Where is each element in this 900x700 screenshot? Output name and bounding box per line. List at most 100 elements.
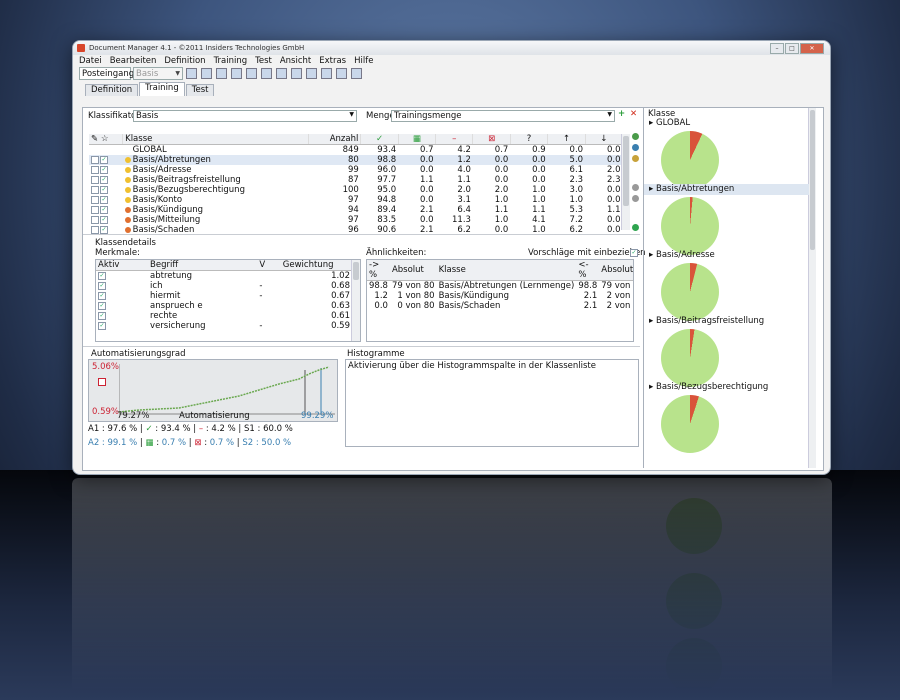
feature-active-checkbox[interactable]: ✓: [98, 281, 106, 290]
suggestions-checkbox[interactable]: ✓: [630, 249, 638, 257]
minimize-button[interactable]: –: [770, 42, 784, 54]
import-icon[interactable]: [336, 68, 347, 79]
feature-row[interactable]: ✓ ich - 0.68: [96, 281, 352, 291]
expand-arrow-icon[interactable]: ▸: [649, 382, 653, 392]
pies-scrollbar[interactable]: [808, 108, 816, 468]
select-checkbox[interactable]: [91, 195, 99, 204]
feature-row[interactable]: ✓ anspruech e 0.63: [96, 301, 352, 311]
features-scrollbar[interactable]: [351, 260, 360, 341]
pie-item[interactable]: ▸ Basis/Abtretungen: [644, 184, 809, 255]
table-row[interactable]: ✓ Basis/Mitteilung 97 83.5 0.0 11.3 1.0 4.1 7.2 0…: [89, 215, 623, 225]
col-klasse-sim[interactable]: Klasse: [436, 260, 577, 281]
pie-item[interactable]: ▸ Basis/Beitragsfreistellung: [644, 316, 809, 387]
col-down-icon[interactable]: ↓: [585, 134, 624, 145]
export-icon[interactable]: [321, 68, 332, 79]
tab-test[interactable]: Test: [185, 84, 215, 96]
expand-arrow-icon[interactable]: ▸: [649, 184, 653, 194]
col-anzahl[interactable]: Anzahl: [308, 134, 362, 145]
maximize-button[interactable]: □: [785, 42, 799, 54]
col-gewichtung[interactable]: Gewichtung: [280, 260, 352, 271]
set-select[interactable]: Trainingsmenge ▼: [391, 110, 615, 122]
menu-definition[interactable]: Definition: [164, 56, 205, 66]
table-row[interactable]: ✓ Basis/Bezugsberechtigung 100 95.0 0.0 2.0 2.…: [89, 185, 623, 195]
table-row[interactable]: ✓ Basis/Adresse 99 96.0 0.0 4.0 0.0 0.0 6.1 2.0: [89, 165, 623, 175]
print-icon[interactable]: [351, 68, 362, 79]
menu-ansicht[interactable]: Ansicht: [280, 56, 311, 66]
menu-hilfe[interactable]: Hilfe: [354, 56, 373, 66]
similarity-row[interactable]: 0.0 0 von 80Basis/Schaden 2.1 2 von 96: [367, 301, 633, 311]
feature-active-checkbox[interactable]: ✓: [98, 271, 106, 280]
active-checkbox[interactable]: ✓: [100, 215, 108, 224]
col-reject-icon[interactable]: ▦: [398, 134, 437, 145]
col-absolut-1[interactable]: Absolut: [389, 260, 437, 281]
feature-active-checkbox[interactable]: ✓: [98, 311, 106, 320]
check-icon[interactable]: [632, 224, 639, 231]
col-to-pct[interactable]: -> %: [367, 260, 390, 281]
feature-row[interactable]: ✓ rechte 0.61: [96, 311, 352, 321]
col-v[interactable]: V: [257, 260, 281, 271]
feature-row[interactable]: ✓ hiermit - 0.67: [96, 291, 352, 301]
active-checkbox[interactable]: ✓: [100, 195, 108, 204]
table-row[interactable]: ✓ Basis/Konto 97 94.8 0.0 3.1 1.0 1.0 1.0 0.0: [89, 195, 623, 205]
project-select[interactable]: Basis ▼: [133, 67, 183, 80]
expand-arrow-icon[interactable]: ▸: [649, 118, 653, 128]
classifier-select[interactable]: Basis ▼: [133, 110, 357, 122]
document-icon[interactable]: [216, 68, 227, 79]
tab-definition[interactable]: Definition: [85, 84, 139, 96]
refresh-icon[interactable]: [306, 68, 317, 79]
col-up-icon[interactable]: ↑: [547, 134, 586, 145]
select-checkbox[interactable]: [91, 225, 99, 234]
book-icon[interactable]: [246, 68, 257, 79]
select-checkbox[interactable]: [91, 155, 99, 164]
col-from-pct[interactable]: <- %: [576, 260, 600, 281]
active-checkbox[interactable]: ✓: [100, 205, 108, 214]
save-icon[interactable]: [186, 68, 197, 79]
delete-icon[interactable]: ✕: [630, 109, 637, 119]
col-error-icon[interactable]: –: [435, 134, 474, 145]
active-checkbox[interactable]: ✓: [100, 185, 108, 194]
select-checkbox[interactable]: [91, 175, 99, 184]
grid-icon[interactable]: [231, 68, 242, 79]
col-correct-icon[interactable]: ✓: [360, 134, 399, 145]
active-checkbox[interactable]: ✓: [100, 225, 108, 234]
expand-arrow-icon[interactable]: ▸: [649, 250, 653, 260]
globe-icon[interactable]: [261, 68, 272, 79]
pie-item[interactable]: ▸ Basis/Bezugsberechtigung: [644, 382, 809, 453]
feature-active-checkbox[interactable]: ✓: [98, 301, 106, 310]
col-confuse-icon[interactable]: ⊠: [472, 134, 511, 145]
similarity-row[interactable]: 1.2 1 von 80Basis/Kündigung 2.1 2 von 94: [367, 291, 633, 301]
copy-icon[interactable]: [201, 68, 212, 79]
expand-arrow-icon[interactable]: ▸: [649, 316, 653, 326]
link-icon[interactable]: [632, 144, 639, 151]
table-row[interactable]: GLOBAL 849 93.4 0.7 4.2 0.7 0.9 0.0 0.0: [89, 145, 623, 155]
add-icon[interactable]: +: [618, 109, 625, 119]
sort-icon[interactable]: [632, 195, 639, 202]
col-question-icon[interactable]: ?: [510, 134, 549, 145]
menu-extras[interactable]: Extras: [319, 56, 346, 66]
feature-row[interactable]: ✓ versicherung - 0.59: [96, 321, 352, 331]
folder-icon[interactable]: [632, 155, 639, 162]
menu-training[interactable]: Training: [214, 56, 248, 66]
feature-active-checkbox[interactable]: ✓: [98, 291, 106, 300]
select-checkbox[interactable]: [91, 205, 99, 214]
tab-training[interactable]: Training: [139, 82, 185, 96]
pie-item[interactable]: ▸ GLOBAL: [644, 118, 809, 189]
table-row[interactable]: ✓ Basis/Beitragsfreistellung 87 97.7 1.1 1.1 0…: [89, 175, 623, 185]
col-begriff[interactable]: Begriff: [148, 260, 258, 271]
class-table-scrollbar[interactable]: [621, 134, 630, 230]
table-row[interactable]: ✓ Basis/Abtretungen 80 98.8 0.0 1.2 0.0 0.0 5.0 0…: [89, 155, 623, 165]
activate-icon[interactable]: [632, 133, 639, 140]
mailbox-select[interactable]: Posteingang▼: [79, 67, 142, 80]
table-row[interactable]: ✓ Basis/Kündigung 94 89.4 2.1 6.4 1.1 1.1 5.3 1.1: [89, 205, 623, 215]
feature-row[interactable]: ✓ abtretung 1.02: [96, 271, 352, 281]
gear-icon[interactable]: [291, 68, 302, 79]
select-checkbox[interactable]: [91, 215, 99, 224]
col-klasse[interactable]: Klasse: [122, 134, 310, 145]
menu-bearbeiten[interactable]: Bearbeiten: [110, 56, 157, 66]
menu-test[interactable]: Test: [255, 56, 272, 66]
similarity-row[interactable]: 98.8 79 von 80 Basis/Abtretungen (Lernmeng…: [367, 281, 633, 291]
active-checkbox[interactable]: ✓: [100, 175, 108, 184]
select-checkbox[interactable]: [91, 185, 99, 194]
icon-column-header[interactable]: ✎ ☆: [89, 134, 124, 145]
active-checkbox[interactable]: ✓: [100, 155, 108, 164]
